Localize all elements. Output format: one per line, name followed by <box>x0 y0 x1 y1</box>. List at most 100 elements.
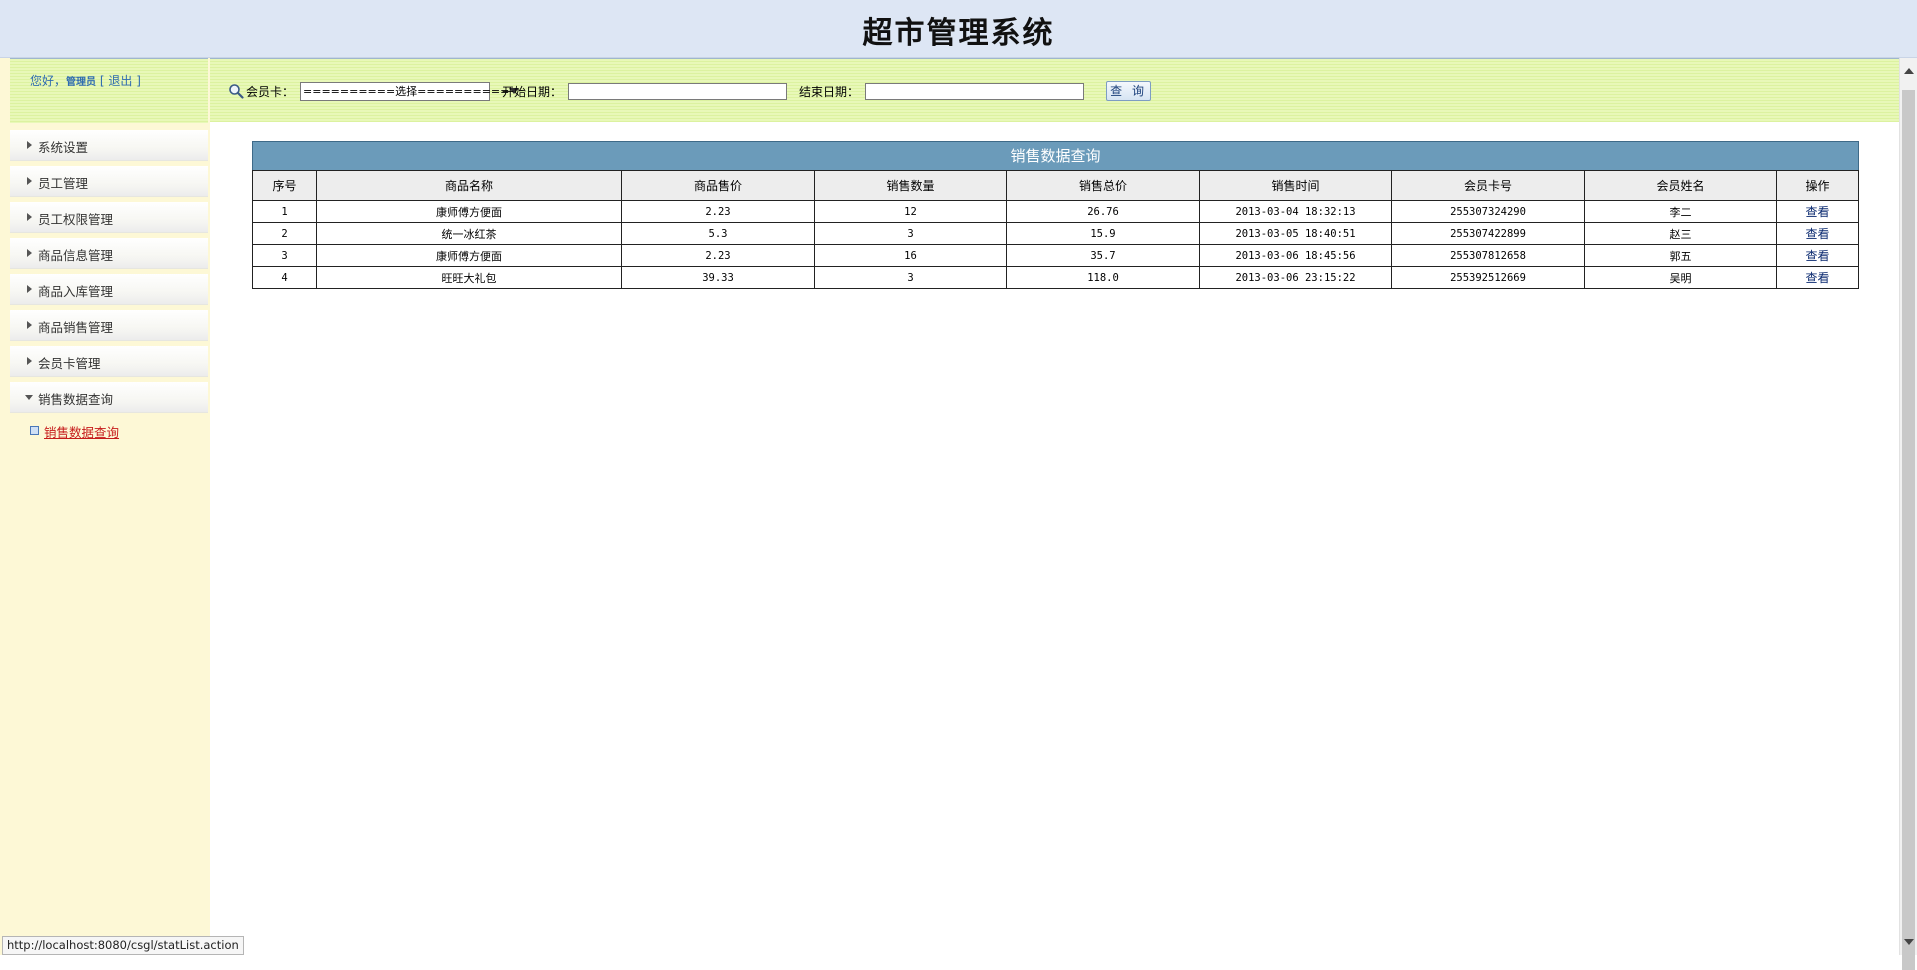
col-header-product-name: 商品名称 <box>316 170 622 201</box>
cell-total: 118.0 <box>1006 266 1200 289</box>
app-header: 超市管理系统 <box>0 0 1917 58</box>
cell-member-name: 赵三 <box>1584 222 1777 245</box>
cell-quantity: 3 <box>814 266 1007 289</box>
view-link[interactable]: 查看 <box>1805 249 1829 263</box>
triangle-down-icon <box>25 395 33 400</box>
logout-link[interactable]: 退出 <box>108 74 132 88</box>
magnifier-icon <box>229 84 244 99</box>
start-date-input[interactable] <box>568 82 788 100</box>
col-header-card-no: 会员卡号 <box>1391 170 1585 201</box>
sidebar-item-label: 商品入库管理 <box>38 284 114 299</box>
cell-index: 1 <box>252 200 317 223</box>
cell-member-name: 吴明 <box>1584 266 1777 289</box>
view-link[interactable]: 查看 <box>1805 227 1829 241</box>
search-form: 会员卡： ==========选择========== 开始日期： 结束日期： … <box>228 81 1152 101</box>
cell-action: 查看 <box>1776 244 1859 267</box>
user-greeting: 您好，管理员 [ 退出 ] <box>30 72 141 89</box>
cell-total: 15.9 <box>1006 222 1200 245</box>
scroll-down-icon[interactable] <box>1904 939 1914 945</box>
cell-price: 5.3 <box>621 222 815 245</box>
sidebar-item-label: 商品信息管理 <box>38 248 114 263</box>
sales-table-container: 销售数据查询 序号 商品名称 商品售价 销售数量 销售总价 销售时间 会员卡号 … <box>252 141 1859 289</box>
table-caption: 销售数据查询 <box>252 141 1859 170</box>
triangle-right-icon <box>27 141 32 149</box>
sidebar-item-system-settings[interactable]: 系统设置 <box>10 130 208 161</box>
triangle-right-icon <box>27 357 32 365</box>
sidebar-item-label: 商品销售管理 <box>38 320 114 335</box>
col-header-price: 商品售价 <box>621 170 815 201</box>
cell-quantity: 3 <box>814 222 1007 245</box>
sales-table: 销售数据查询 序号 商品名称 商品售价 销售数量 销售总价 销售时间 会员卡号 … <box>252 141 1859 289</box>
cell-quantity: 16 <box>814 244 1007 267</box>
sidebar-item-sales-query[interactable]: 销售数据查询 <box>10 382 208 413</box>
cell-member-name: 李二 <box>1584 200 1777 223</box>
scroll-up-icon[interactable] <box>1904 68 1914 74</box>
sidebar-item-label: 会员卡管理 <box>38 356 101 371</box>
query-button[interactable]: 查 询 <box>1106 81 1152 101</box>
sidebar-item-product-sales[interactable]: 商品销售管理 <box>10 310 208 341</box>
triangle-right-icon <box>27 285 32 293</box>
cell-card-no: 255307422899 <box>1391 222 1585 245</box>
cell-sale-time: 2013-03-04 18:32:13 <box>1199 200 1392 223</box>
cell-quantity: 12 <box>814 200 1007 223</box>
sidebar-item-staff[interactable]: 员工管理 <box>10 166 208 197</box>
table-row: 1 康师傅方便面 2.23 12 26.76 2013-03-04 18:32:… <box>252 200 1859 223</box>
cell-index: 3 <box>252 244 317 267</box>
greeting-text: 您好， <box>30 74 67 88</box>
submenu-link-sales-query[interactable]: 销售数据查询 <box>44 422 119 441</box>
sidebar-item-product-info[interactable]: 商品信息管理 <box>10 238 208 269</box>
sidebar-item-label: 销售数据查询 <box>38 392 114 407</box>
sidebar-item-label: 员工管理 <box>38 176 89 191</box>
col-header-member-name: 会员姓名 <box>1584 170 1777 201</box>
col-header-total: 销售总价 <box>1006 170 1200 201</box>
triangle-right-icon <box>27 249 32 257</box>
status-url-tooltip: http://localhost:8080/csgl/statList.acti… <box>2 936 244 955</box>
sidebar-item-staff-permissions[interactable]: 员工权限管理 <box>10 202 208 233</box>
col-header-index: 序号 <box>252 170 317 201</box>
col-header-action: 操作 <box>1776 170 1859 201</box>
sidebar-item-label: 系统设置 <box>38 140 89 155</box>
cell-price: 39.33 <box>621 266 815 289</box>
cell-total: 26.76 <box>1006 200 1200 223</box>
table-row: 2 统一冰红茶 5.3 3 15.9 2013-03-05 18:40:51 2… <box>252 222 1859 245</box>
logout-bracket-close: ] <box>136 74 141 88</box>
sidebar-item-product-stock-in[interactable]: 商品入库管理 <box>10 274 208 305</box>
table-row: 4 旺旺大礼包 39.33 3 118.0 2013-03-06 23:15:2… <box>252 266 1859 289</box>
cell-action: 查看 <box>1776 266 1859 289</box>
cell-member-name: 郭五 <box>1584 244 1777 267</box>
end-date-input[interactable] <box>865 82 1085 100</box>
scrollbar-thumb[interactable] <box>1902 90 1915 970</box>
cell-card-no: 255307324290 <box>1391 200 1585 223</box>
col-header-sale-time: 销售时间 <box>1199 170 1392 201</box>
triangle-right-icon <box>27 177 32 185</box>
start-date-label: 开始日期： <box>502 84 563 99</box>
view-link[interactable]: 查看 <box>1805 205 1829 219</box>
cell-sale-time: 2013-03-05 18:40:51 <box>1199 222 1392 245</box>
member-card-select[interactable]: ==========选择========== <box>300 81 520 101</box>
cell-card-no: 255307812658 <box>1391 244 1585 267</box>
sidebar-menu: 系统设置 员工管理 员工权限管理 商品信息管理 商品入库管理 商品销售管理 会员… <box>10 130 208 442</box>
user-panel: 您好，管理员 [ 退出 ] <box>10 58 208 123</box>
logout-bracket-open: [ <box>99 74 105 88</box>
cell-sale-time: 2013-03-06 18:45:56 <box>1199 244 1392 267</box>
user-name: 管理员 <box>66 77 97 88</box>
end-date-label: 结束日期： <box>799 84 860 99</box>
cell-price: 2.23 <box>621 244 815 267</box>
table-row: 3 康师傅方便面 2.23 16 35.7 2013-03-06 18:45:5… <box>252 244 1859 267</box>
bullet-square-icon <box>30 426 39 435</box>
col-header-quantity: 销售数量 <box>814 170 1007 201</box>
vertical-scrollbar[interactable] <box>1899 58 1917 970</box>
cell-product-name: 康师傅方便面 <box>316 200 622 223</box>
triangle-right-icon <box>27 321 32 329</box>
view-link[interactable]: 查看 <box>1805 271 1829 285</box>
member-card-label: 会员卡： <box>246 84 295 99</box>
sidebar-item-member-card[interactable]: 会员卡管理 <box>10 346 208 377</box>
submenu-item-sales-query: 销售数据查询 <box>10 418 208 442</box>
cell-index: 4 <box>252 266 317 289</box>
sidebar: 您好，管理员 [ 退出 ] 系统设置 员工管理 员工权限管理 商品信息管理 商品… <box>0 58 210 955</box>
cell-total: 35.7 <box>1006 244 1200 267</box>
triangle-right-icon <box>27 213 32 221</box>
table-header-row: 序号 商品名称 商品售价 销售数量 销售总价 销售时间 会员卡号 会员姓名 操作 <box>252 170 1859 201</box>
member-card-selected: ==========选择========== <box>303 85 510 98</box>
sidebar-item-label: 员工权限管理 <box>38 212 114 227</box>
